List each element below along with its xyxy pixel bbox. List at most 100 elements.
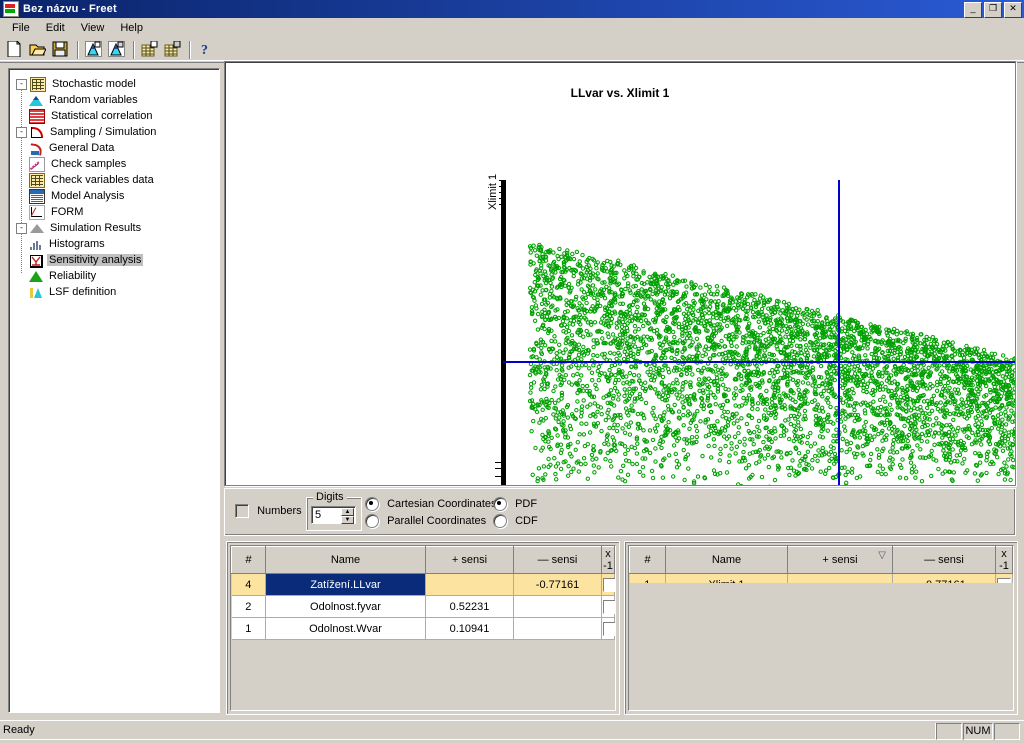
restore-button[interactable]: ❐ [984, 2, 1002, 18]
parallel-coordinates-option[interactable]: Parallel Coordinates [365, 514, 497, 531]
lsf-icon [29, 286, 43, 299]
digits-spin-buttons[interactable]: ▲ ▼ [341, 508, 354, 522]
menu-view[interactable]: View [73, 20, 113, 36]
menu-file[interactable]: File [4, 20, 38, 36]
tree-node-form[interactable]: FORM [16, 204, 218, 220]
cell-x-inverse[interactable] [602, 574, 615, 596]
tree-node-check-samples[interactable]: Check samples [16, 156, 218, 172]
numbers-checkbox-group[interactable]: Numbers [235, 504, 302, 518]
tree-node-reliability[interactable]: Reliability [16, 268, 218, 284]
digits-value: 5 [312, 509, 321, 521]
numbers-checkbox[interactable] [235, 504, 249, 518]
pdf-option[interactable]: PDF [493, 497, 538, 514]
random-variables-edit-icon[interactable] [106, 39, 128, 60]
cell-name[interactable]: Zatížení.LLvar [266, 574, 426, 596]
table-row[interactable]: 4 Zatížení.LLvar -0.77161 [232, 574, 615, 596]
pdf-radio[interactable] [493, 497, 507, 511]
cartesian-coordinates-option[interactable]: Cartesian Coordinates [365, 497, 497, 514]
app-icon [3, 1, 19, 17]
x-inverse-checkbox[interactable] [603, 600, 616, 614]
toolbar-separator-1 [77, 41, 79, 59]
status-bar: Ready NUM [0, 720, 1024, 743]
tree-node-lsf-definition[interactable]: LSF definition [16, 284, 218, 300]
table-empty-area [231, 640, 615, 710]
cdf-label: CDF [515, 515, 538, 527]
help-icon[interactable]: ? [195, 39, 217, 60]
close-glyph: ✕ [1009, 3, 1017, 13]
random-variables-icon[interactable] [83, 39, 105, 60]
parallel-label: Parallel Coordinates [387, 515, 486, 527]
cell-name[interactable]: Odolnost.fyvar [266, 596, 426, 618]
window-buttons: _ ❐ ✕ [964, 2, 1022, 18]
sensitivity-table-right[interactable]: # Name + sensi ▽ — sensi x -1 1 Xlimit 1 [628, 545, 1014, 711]
tree-node-stochastic-model[interactable]: - Stochastic model [16, 76, 218, 92]
x-inverse-checkbox[interactable] [603, 622, 616, 636]
new-icon[interactable] [4, 39, 26, 60]
expander-icon[interactable]: - [16, 79, 27, 90]
cdf-radio[interactable] [493, 514, 507, 528]
column-header-plus-sensi-label: + sensi [822, 554, 857, 566]
toolbar-separator-2 [133, 41, 135, 59]
tree-node-sampling-simulation[interactable]: - Sampling / Simulation [16, 124, 218, 140]
tree-node-label: Check variables data [49, 174, 156, 186]
cartesian-label: Cartesian Coordinates [387, 498, 496, 510]
parallel-radio[interactable] [365, 514, 379, 528]
sensitivity-table-left[interactable]: # Name + sensi — sensi x -1 4 Zatížení.L… [230, 545, 616, 711]
cartesian-radio[interactable] [365, 497, 379, 511]
open-icon[interactable] [27, 39, 49, 60]
minimize-button[interactable]: _ [964, 2, 982, 18]
column-header-index[interactable]: # [232, 547, 266, 574]
tree-node-model-analysis[interactable]: Model Analysis [16, 188, 218, 204]
menu-help[interactable]: Help [112, 20, 151, 36]
cell-name[interactable]: Odolnost.Wvar [266, 618, 426, 640]
grid-icon [29, 173, 45, 188]
column-header-plus-sensi[interactable]: + sensi [426, 547, 514, 574]
x-inverse-checkbox[interactable] [603, 578, 616, 592]
column-header-plus-sensi[interactable]: + sensi ▽ [788, 547, 893, 574]
navigation-tree[interactable]: - Stochastic model Random variables Stat… [10, 70, 218, 711]
expander-icon[interactable]: - [16, 127, 27, 138]
spin-up-icon[interactable]: ▲ [341, 508, 354, 516]
column-header-index[interactable]: # [630, 547, 666, 574]
save-icon[interactable] [50, 39, 72, 60]
expander-icon[interactable]: - [16, 223, 27, 234]
cell-x-inverse[interactable] [602, 596, 615, 618]
sort-descending-icon: ▽ [878, 550, 886, 561]
tree-node-check-variables-data[interactable]: Check variables data [16, 172, 218, 188]
tree-node-sensitivity-analysis[interactable]: Sensitivity analysis [16, 252, 218, 268]
column-header-name[interactable]: Name [266, 547, 426, 574]
status-indicator-num: NUM [963, 723, 993, 740]
menu-edit[interactable]: Edit [38, 20, 73, 36]
spin-down-icon[interactable]: ▼ [341, 516, 354, 524]
tree-node-histograms[interactable]: Histograms [16, 236, 218, 252]
horizontal-mean-line [503, 361, 1016, 363]
table-row[interactable]: 2 Odolnost.fyvar 0.52231 [232, 596, 615, 618]
minimize-glyph: _ [970, 3, 975, 13]
toolbar: ? [0, 37, 1024, 63]
check-samples-icon [29, 157, 45, 172]
column-header-x-inverse[interactable]: x -1 [602, 547, 615, 574]
menu-bar: File Edit View Help [0, 18, 1024, 38]
y-axis-label: Xlimit 1 [487, 172, 499, 212]
tree-node-random-variables[interactable]: Random variables [16, 92, 218, 108]
tree-node-general-data[interactable]: General Data [16, 140, 218, 156]
tree-node-statistical-correlation[interactable]: Statistical correlation [16, 108, 218, 124]
tree-node-simulation-results[interactable]: - Simulation Results [16, 220, 218, 236]
scatter-chart-panel[interactable]: LLvar vs. Xlimit 1 Xlimit 1 LLvar [224, 61, 1016, 486]
column-header-minus-sensi[interactable]: — sensi [514, 547, 602, 574]
sensitivity-table-panel-left: # Name + sensi — sensi x -1 4 Zatížení.L… [226, 541, 620, 715]
column-header-minus-sensi[interactable]: — sensi [893, 547, 996, 574]
cell-x-inverse[interactable] [602, 618, 615, 640]
digits-spinner[interactable]: 5 ▲ ▼ [311, 506, 356, 524]
column-header-x-inverse[interactable]: x -1 [996, 547, 1013, 574]
tree-node-label: Simulation Results [48, 222, 143, 234]
chart-options-bar: Numbers Digits 5 ▲ ▼ Cartesian Coordinat… [224, 488, 1016, 536]
cell-minus-sensi [514, 596, 602, 618]
cdf-option[interactable]: CDF [493, 514, 538, 531]
table-row[interactable]: 1 Odolnost.Wvar 0.10941 [232, 618, 615, 640]
variables-data-edit-icon[interactable] [162, 39, 184, 60]
close-button[interactable]: ✕ [1004, 2, 1022, 18]
tree-node-label: FORM [49, 206, 85, 218]
variables-data-icon[interactable] [139, 39, 161, 60]
column-header-name[interactable]: Name [666, 547, 788, 574]
